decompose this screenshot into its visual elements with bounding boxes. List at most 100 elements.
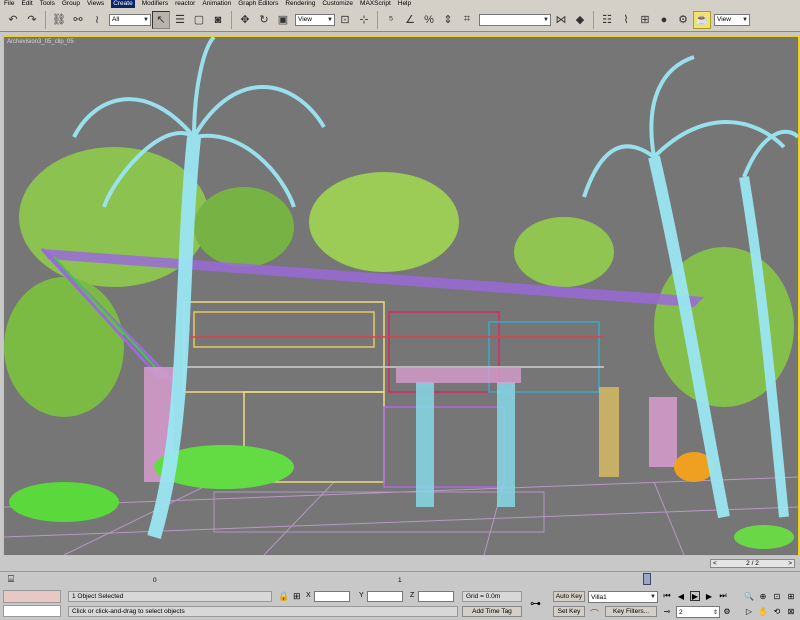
prompt-line: Click or click-and-drag to select object… <box>68 606 458 617</box>
align-icon[interactable]: ◆ <box>571 11 589 29</box>
play-icon[interactable]: ▶ <box>690 591 700 601</box>
selection-filter-value: All <box>112 16 120 23</box>
menu-file[interactable]: File <box>4 0 14 8</box>
pivot-center-icon[interactable]: ⊡ <box>336 11 354 29</box>
select-and-scale-icon[interactable]: ▣ <box>274 11 292 29</box>
edit-named-selection-icon[interactable]: ⌗ <box>458 11 476 29</box>
x-coordinate-field[interactable] <box>314 591 350 602</box>
previous-frame-icon[interactable]: ◀ <box>676 591 686 601</box>
current-frame-field[interactable]: 2 ⇕ <box>676 606 720 618</box>
menu-rendering[interactable]: Rendering <box>285 0 315 8</box>
named-selection-sets-dropdown[interactable]: ▼ <box>479 13 551 26</box>
key-filters-button[interactable]: Key Filters... <box>605 606 657 617</box>
go-to-end-icon[interactable]: ⏭ <box>718 591 728 601</box>
add-time-tag-button[interactable]: Add Time Tag <box>462 606 522 617</box>
absolute-offset-icon[interactable]: ⊞ <box>293 591 301 602</box>
selection-filter-dropdown[interactable]: All ▼ <box>109 13 151 26</box>
default-in-out-tangents-icon[interactable]: ⌒ <box>590 607 599 620</box>
chevron-down-icon: ▼ <box>143 16 149 23</box>
spinner-snap-icon[interactable]: ⇕ <box>439 11 457 29</box>
next-frame-icon[interactable]: ▶ <box>704 591 714 601</box>
menu-views[interactable]: Views <box>87 0 104 8</box>
grid-size-text: Grid = 0.0m <box>466 593 501 600</box>
frame-next-arrow[interactable]: > <box>788 560 792 567</box>
window-crossing-icon[interactable]: ◙ <box>209 11 227 29</box>
main-toolbar: ↶ ↷ ⛓ ⚯ ≀ All ▼ ↖ ☰ ▢ ◙ ✥ ↻ ▣ View ▼ ⊡ ⊹… <box>0 8 800 32</box>
bind-to-space-warp-icon[interactable]: ≀ <box>88 11 106 29</box>
current-frame-value: 2 <box>679 608 683 616</box>
menu-graph-editors[interactable]: Graph Editors <box>238 0 278 8</box>
select-object-icon[interactable]: ↖ <box>152 10 170 29</box>
angle-snap-icon[interactable]: ∠ <box>401 11 419 29</box>
render-type-dropdown[interactable]: View ▼ <box>714 13 750 26</box>
wireframe-scene <box>4 37 798 555</box>
selection-status: 1 Object Selected <box>68 591 272 602</box>
time-configuration-icon[interactable]: ⚙ <box>722 606 732 616</box>
render-type-value: View <box>717 16 731 23</box>
select-and-move-icon[interactable]: ✥ <box>236 11 254 29</box>
menu-create[interactable]: Create <box>111 0 135 8</box>
auto-key-button[interactable]: Auto Key <box>553 591 585 602</box>
select-and-link-icon[interactable]: ⛓ <box>50 11 68 29</box>
percent-snap-icon[interactable]: % <box>420 11 438 29</box>
select-by-name-icon[interactable]: ☰ <box>171 11 189 29</box>
lock-icon[interactable]: 🔒 <box>278 591 289 602</box>
menu-maxscript[interactable]: MAXScript <box>360 0 391 8</box>
z-label: Z <box>410 592 415 599</box>
key-filters-label: Key Filters... <box>612 608 650 615</box>
tick-label: 0 <box>153 577 157 584</box>
reference-coordinate-dropdown[interactable]: View ▼ <box>295 13 335 26</box>
undo-icon[interactable]: ↶ <box>4 11 22 29</box>
snaps-toggle-icon[interactable]: ⁵ <box>382 11 400 29</box>
trackbar-ruler[interactable]: 0 1 <box>25 575 800 585</box>
frame-prev-arrow[interactable]: < <box>713 560 717 567</box>
quick-render-icon[interactable]: ☕ <box>693 10 711 29</box>
menu-modifiers[interactable]: Modifiers <box>142 0 168 8</box>
maximize-viewport-icon[interactable]: ⊠ <box>786 606 796 616</box>
menu-reactor[interactable]: reactor <box>175 0 195 8</box>
chevron-down-icon: ▼ <box>543 16 549 23</box>
select-and-rotate-icon[interactable]: ↻ <box>255 11 273 29</box>
material-editor-icon[interactable]: ● <box>655 11 673 29</box>
render-scene-icon[interactable]: ⚙ <box>674 11 692 29</box>
menu-edit[interactable]: Edit <box>21 0 32 8</box>
unlink-icon[interactable]: ⚯ <box>69 11 87 29</box>
curve-editor-icon[interactable]: ⌇ <box>617 11 635 29</box>
chevron-down-icon: ▼ <box>650 594 656 600</box>
field-of-view-icon[interactable]: ▷ <box>744 606 754 616</box>
selection-set-dropdown[interactable]: Villa1 ▼ <box>588 591 658 603</box>
rectangular-selection-icon[interactable]: ▢ <box>190 11 208 29</box>
menu-help[interactable]: Help <box>398 0 411 8</box>
pan-icon[interactable]: ✋ <box>758 606 768 616</box>
trackbar-keyframe-thumb[interactable] <box>643 573 651 585</box>
maxscript-listener-mini[interactable] <box>3 590 61 603</box>
key-mode-toggle-icon[interactable]: ⊸ <box>662 606 672 616</box>
trackbar-filter-icon[interactable]: ⌸ <box>8 574 14 585</box>
select-and-manipulate-icon[interactable]: ⊹ <box>355 11 373 29</box>
menu-customize[interactable]: Customize <box>322 0 353 8</box>
menu-animation[interactable]: Animation <box>202 0 231 8</box>
zoom-extents-all-icon[interactable]: ⊞ <box>786 591 796 601</box>
zoom-extents-icon[interactable]: ⊡ <box>772 591 782 601</box>
zoom-all-icon[interactable]: ⊕ <box>758 591 768 601</box>
perspective-viewport[interactable]: Archevision3_05_clip_05 <box>3 36 799 556</box>
track-bar[interactable]: ⌸ 0 1 <box>0 571 800 587</box>
schematic-view-icon[interactable]: ⊞ <box>636 11 654 29</box>
arc-rotate-icon[interactable]: ⟲ <box>772 606 782 616</box>
menu-group[interactable]: Group <box>62 0 80 8</box>
frame-slider[interactable]: < 2 / 2 > <box>710 559 795 568</box>
selection-status-text: 1 Object Selected <box>72 593 124 600</box>
z-coordinate-field[interactable] <box>418 591 454 602</box>
go-to-start-icon[interactable]: ⏮ <box>662 591 672 601</box>
viewport-label[interactable]: Archevision3_05_clip_05 <box>7 39 74 45</box>
y-coordinate-field[interactable] <box>367 591 403 602</box>
set-key-label: Set Key <box>557 608 581 615</box>
mirror-icon[interactable]: ⋈ <box>552 11 570 29</box>
layer-manager-icon[interactable]: ☷ <box>598 11 616 29</box>
redo-icon[interactable]: ↷ <box>23 11 41 29</box>
maxscript-input[interactable] <box>3 605 61 617</box>
menu-tools[interactable]: Tools <box>40 0 55 8</box>
key-mode-icon[interactable]: ⊶ <box>530 597 541 610</box>
set-key-button[interactable]: Set Key <box>553 606 585 617</box>
zoom-icon[interactable]: 🔍 <box>744 591 754 601</box>
